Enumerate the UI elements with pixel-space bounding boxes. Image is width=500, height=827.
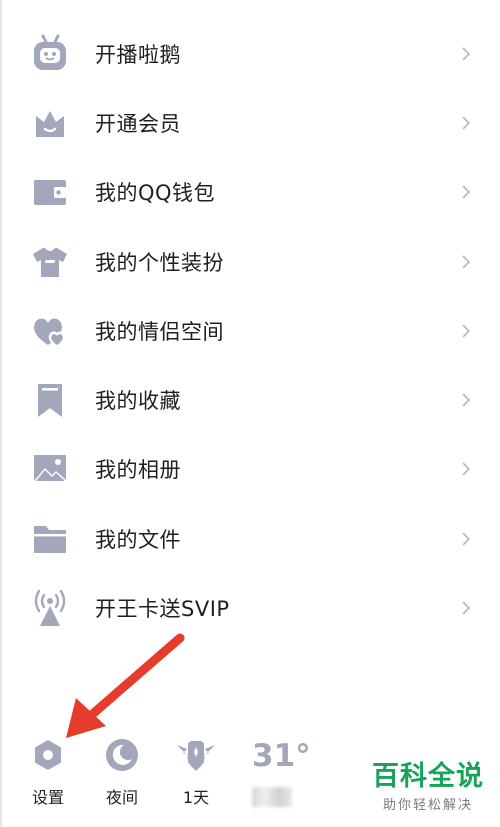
chevron-right-icon [460,254,472,270]
chevron-right-icon [460,461,472,477]
weather-location-blurred [252,787,292,807]
night-mode-button[interactable]: 夜间 [92,730,152,808]
chevron-right-icon [460,115,472,131]
menu-item-label: 我的情侣空间 [95,319,224,344]
shirt-icon [28,240,72,284]
hearts-icon [28,309,72,353]
wallet-icon [28,170,72,214]
night-label: 夜间 [105,788,138,807]
menu-item-label: 我的相册 [95,458,181,483]
menu-item-files[interactable]: 我的文件 [0,504,500,573]
crown-icon [28,101,72,145]
menu-item-label: 我的收藏 [95,389,181,414]
menu-item-membership[interactable]: 开通会员 [0,88,500,157]
chevron-right-icon [460,600,472,616]
settings-label: 设置 [31,788,64,807]
temperature-value[interactable]: 31° [252,738,311,774]
chevron-right-icon [460,392,472,408]
watermark-subtitle: 助你轻松解决 [382,798,473,813]
menu-item-album[interactable]: 我的相册 [0,435,500,504]
gear-icon [18,730,78,780]
settings-button[interactable]: 设置 [18,730,78,808]
signal-tower-icon [28,586,72,630]
folder-icon [28,517,72,561]
menu-item-label: 开王卡送SVIP [95,597,230,622]
checkin-days-button[interactable]: 1天 [166,730,226,808]
drawer-menu: 开播啦鹅 开通会员 我的QQ钱包 我的个性装扮 我的情侣空间 我的收藏 我的相册… [0,19,500,643]
menu-item-favorites[interactable]: 我的收藏 [0,365,500,434]
menu-item-label: 我的文件 [95,527,181,552]
photo-icon [28,447,72,491]
menu-item-label: 我的个性装扮 [95,250,224,275]
winged-badge-icon [166,730,226,780]
days-label: 1天 [182,788,210,807]
watermark: 百科全说 助你轻松解决 [372,761,484,814]
bookmark-icon [28,378,72,422]
chevron-right-icon [460,323,472,339]
menu-item-theme[interactable]: 我的个性装扮 [0,227,500,296]
chevron-right-icon [460,531,472,547]
chevron-right-icon [460,46,472,62]
menu-item-live[interactable]: 开播啦鹅 [0,19,500,88]
moon-icon [92,730,152,780]
menu-item-wallet[interactable]: 我的QQ钱包 [0,158,500,227]
menu-item-couple-space[interactable]: 我的情侣空间 [0,296,500,365]
chevron-right-icon [460,184,472,200]
menu-item-label: 开通会员 [95,111,181,136]
menu-item-label: 我的QQ钱包 [95,181,216,206]
robot-tv-icon [28,32,72,76]
watermark-title: 百科全说 [372,761,484,792]
menu-item-label: 开播啦鹅 [95,42,181,67]
annotation-arrow [66,633,185,738]
